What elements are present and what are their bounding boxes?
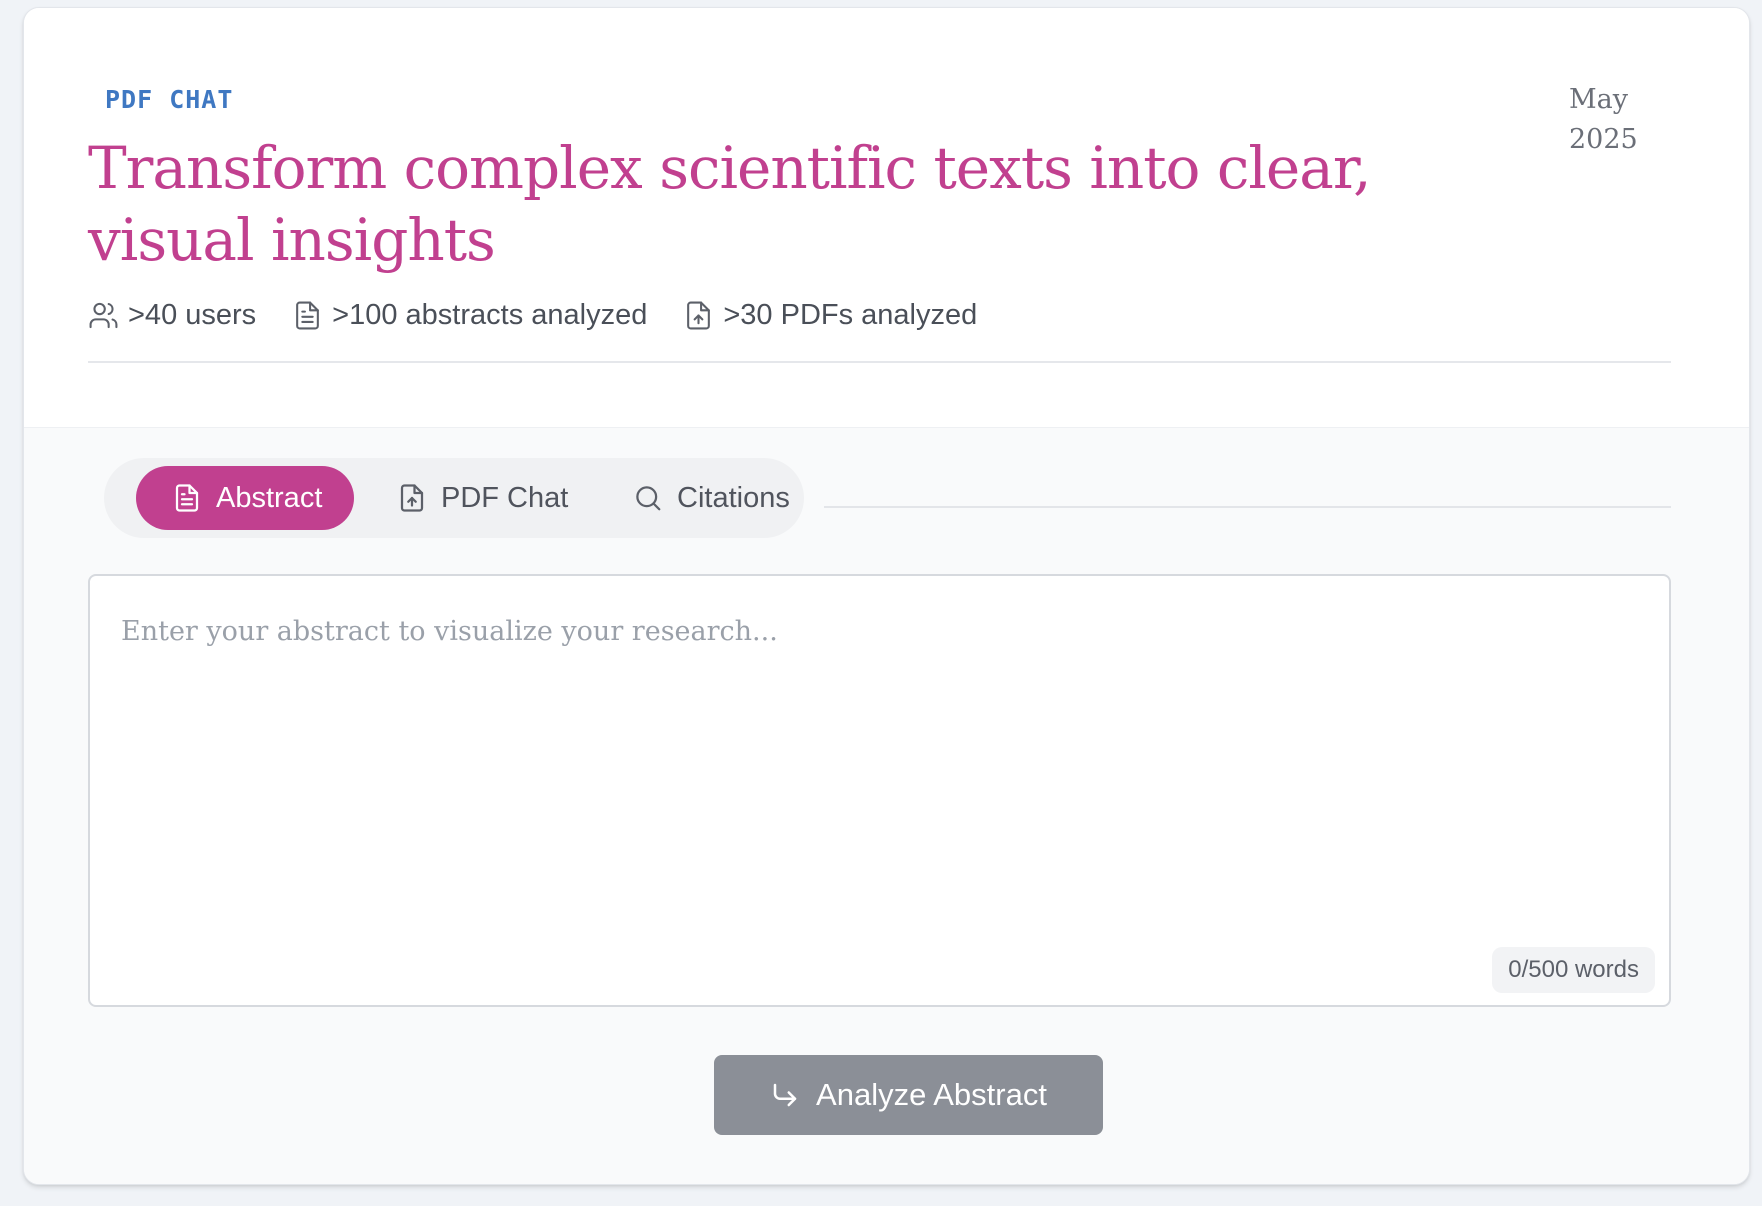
stat-label: >100 abstracts analyzed [332,298,648,331]
stat-users: >40 users [88,299,256,332]
tab-pdf-chat[interactable]: PDF Chat [373,466,592,530]
users-icon [89,302,118,328]
file-upload-icon [400,484,424,512]
usage-stats: >40 users >100 abstracts analyzed >30 PD… [88,295,1013,335]
tab-label: PDF Chat [441,481,569,514]
main-card: PDF CHAT May 2025 Transform complex scie… [23,7,1750,1185]
stat-abstracts: >100 abstracts analyzed [292,299,647,332]
word-count-badge: 0/500 words [1492,947,1655,993]
stat-label: >40 users [128,298,257,331]
tab-citations[interactable]: Citations [609,466,814,530]
page-header: PDF CHAT May 2025 Transform complex scie… [24,8,1749,428]
tabs-divider [824,506,1671,508]
file-text-icon [175,484,199,512]
tab-label: Citations [677,481,790,514]
analyze-button-label: Analyze Abstract [816,1077,1047,1112]
publish-date: May 2025 [1569,84,1638,155]
corner-down-right-icon [773,1083,797,1107]
mode-tabs: Abstract PDF Chat Citations [104,458,804,538]
section-eyebrow: PDF CHAT [105,85,234,114]
file-upload-icon [687,301,711,329]
stat-pdfs: >30 PDFs analyzed [683,299,977,332]
file-text-icon [296,301,320,329]
tab-abstract[interactable]: Abstract [136,466,355,530]
header-divider [88,361,1671,363]
stat-label: >30 PDFs analyzed [723,298,978,331]
abstract-input-container: 0/500 words [88,574,1671,1007]
abstract-panel: Abstract PDF Chat Citations Enter your a… [24,428,1749,1184]
abstract-input[interactable] [90,576,1669,1005]
tab-label: Abstract [216,481,323,514]
search-icon [636,486,661,511]
analyze-abstract-button[interactable]: Analyze Abstract [714,1055,1103,1135]
page-title: Transform complex scientific texts into … [88,134,1372,274]
